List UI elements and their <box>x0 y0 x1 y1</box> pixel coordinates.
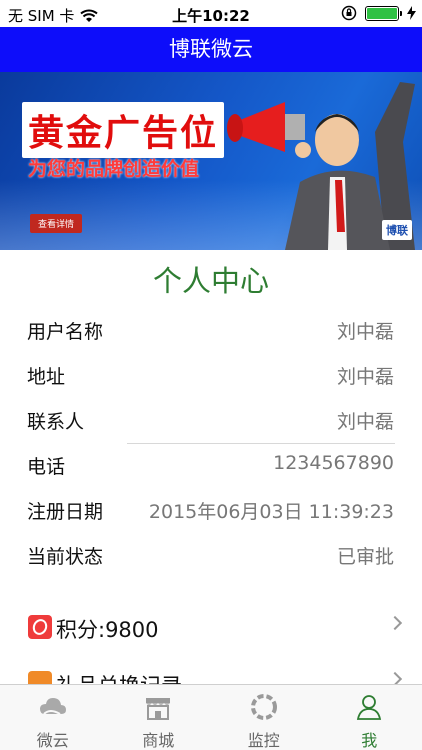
tab-label: 我 <box>361 731 378 750</box>
info-label: 注册日期 <box>27 501 104 523</box>
menu-row-points[interactable]: 积分:9800 <box>0 606 422 650</box>
info-label: 联系人 <box>27 411 85 433</box>
info-row-username: 用户名称 刘中磊 <box>0 307 422 352</box>
info-row-phone: 电话 1234567890 <box>0 442 422 487</box>
store-icon <box>146 698 171 720</box>
banner-headline: 黄金广告位 <box>22 102 225 158</box>
tab-store[interactable]: 商城 <box>106 685 212 750</box>
info-value: 1234567890 <box>273 452 394 474</box>
status-right <box>341 5 416 21</box>
points-icon <box>28 615 52 639</box>
tab-bar: 微云 商城 监控 我 <box>0 684 422 750</box>
nav-title: 博联微云 <box>169 37 253 61</box>
tab-label: 微云 <box>36 731 69 750</box>
info-row-status: 当前状态 已审批 <box>0 532 422 577</box>
nav-bar: 博联微云 <box>0 27 422 72</box>
status-bar: 无 SIM 卡 上午10:22 <box>0 0 422 27</box>
info-label: 当前状态 <box>27 546 104 568</box>
charging-icon <box>407 6 416 20</box>
monitor-icon <box>250 694 277 720</box>
banner-subline: 为您的品牌创造价值 <box>28 158 200 180</box>
info-row-contact: 联系人 刘中磊 <box>0 397 422 442</box>
battery-icon <box>365 5 402 21</box>
tab-label: 监控 <box>247 731 280 750</box>
tab-me[interactable]: 我 <box>317 685 422 750</box>
info-label: 地址 <box>27 366 66 388</box>
profile-info-list: 用户名称 刘中磊 地址 刘中磊 联系人 刘中磊 电话 1234567890 注册… <box>0 307 422 577</box>
page-title: 个人中心 <box>152 264 269 298</box>
user-icon <box>357 695 382 720</box>
tab-label: 商城 <box>142 731 175 750</box>
chevron-right-icon <box>387 615 403 631</box>
info-value: 已审批 <box>336 546 394 568</box>
tab-cloud[interactable]: 微云 <box>0 685 106 750</box>
banner-view-button[interactable]: 查看详情 <box>30 214 83 233</box>
info-value: 2015年06月03日 11:39:23 <box>148 501 394 523</box>
cloud-icon <box>39 698 66 715</box>
info-row-address: 地址 刘中磊 <box>0 352 422 397</box>
info-label: 用户名称 <box>27 321 104 343</box>
info-value: 刘中磊 <box>336 321 394 343</box>
menu-label: 积分:9800 <box>56 618 159 642</box>
tab-monitor[interactable]: 监控 <box>211 685 317 750</box>
info-value: 刘中磊 <box>336 411 394 433</box>
info-label: 电话 <box>27 456 66 478</box>
ad-banner[interactable]: 黄金广告位 为您的品牌创造价值 查看详情 博联 <box>0 72 422 250</box>
banner-brand-logo: 博联 <box>382 220 412 240</box>
info-row-register-date: 注册日期 2015年06月03日 11:39:23 <box>0 487 422 532</box>
rotation-lock-icon <box>341 5 357 21</box>
info-value: 刘中磊 <box>336 366 394 388</box>
